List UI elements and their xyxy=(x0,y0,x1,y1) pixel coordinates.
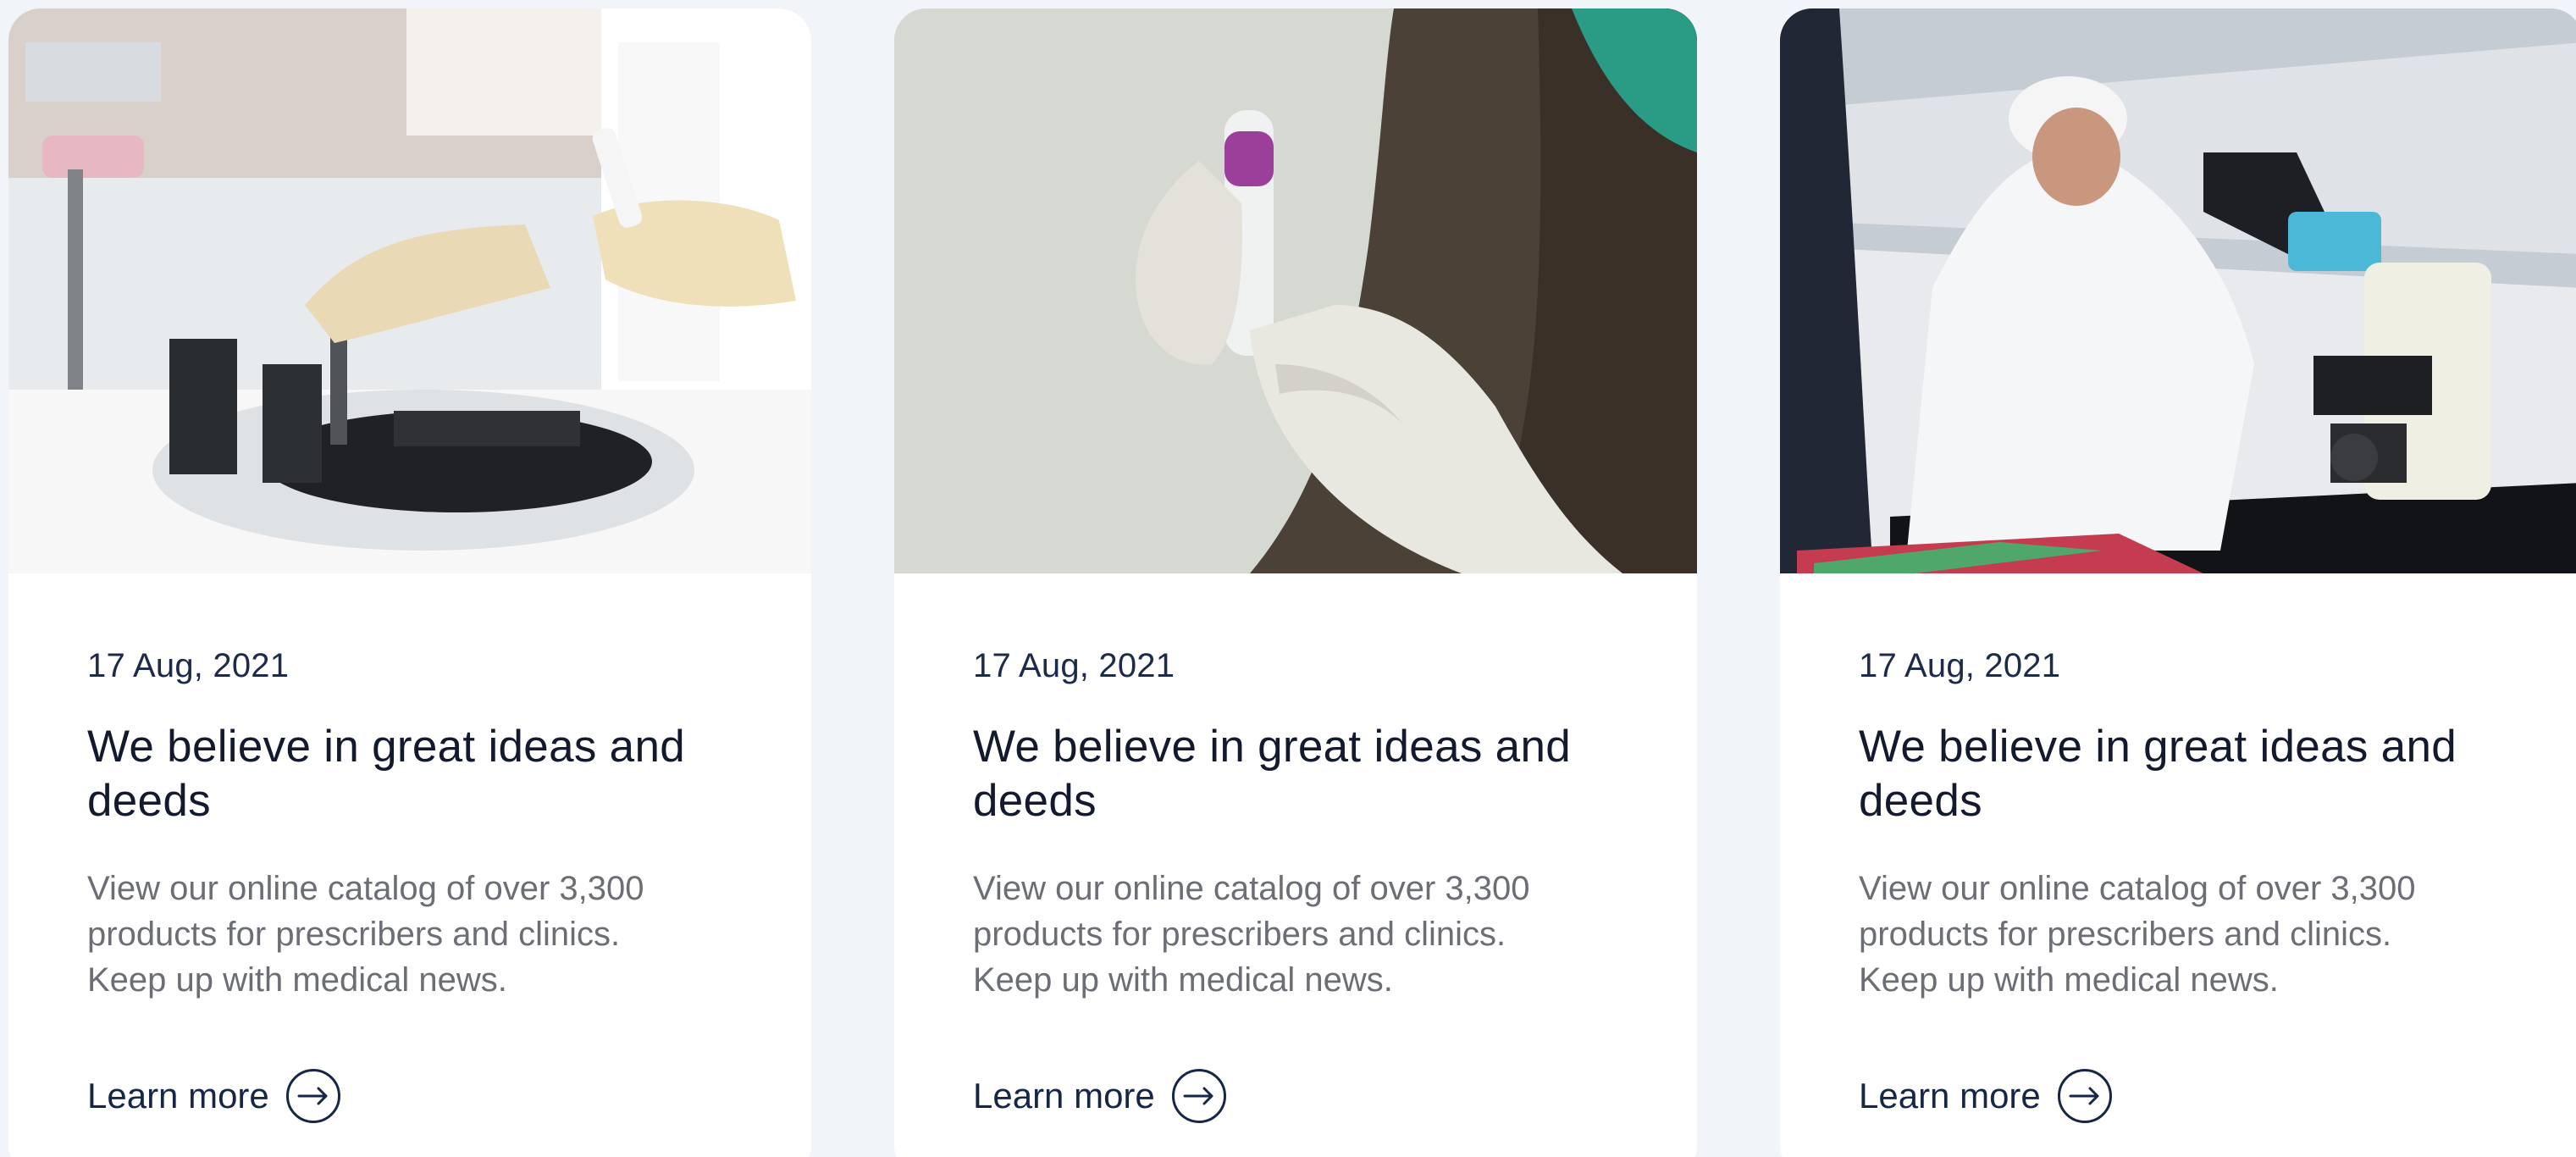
card-content: 17 Aug, 2021 We believe in great ideas a… xyxy=(1859,645,2536,1003)
card-date: 17 Aug, 2021 xyxy=(1859,647,2061,684)
arrow-right-icon xyxy=(2069,1087,2099,1105)
test-tube-photo-icon xyxy=(894,8,1697,573)
card-description: View our online catalog of over 3,300 pr… xyxy=(973,870,1530,999)
card-content: 17 Aug, 2021 We believe in great ideas a… xyxy=(973,645,1650,1003)
arrow-right-icon xyxy=(297,1087,328,1105)
laboratory-centrifuge-photo-icon xyxy=(8,8,811,573)
card-date: 17 Aug, 2021 xyxy=(87,647,290,684)
card-title: We believe in great ideas and deeds xyxy=(1859,722,2457,826)
arrow-right-circle-icon xyxy=(2057,1069,2112,1123)
learn-more-label: Learn more xyxy=(1859,1076,2041,1115)
news-cards-grid: 17 Aug, 2021 We believe in great ideas a… xyxy=(0,0,2576,1157)
news-card: 17 Aug, 2021 We believe in great ideas a… xyxy=(894,8,1697,1157)
card-description: View our online catalog of over 3,300 pr… xyxy=(1859,870,2416,999)
card-title: We believe in great ideas and deeds xyxy=(87,722,686,826)
card-date: 17 Aug, 2021 xyxy=(973,647,1175,684)
learn-more-label: Learn more xyxy=(973,1076,1155,1115)
learn-more-link[interactable]: Learn more xyxy=(973,1069,1226,1123)
arrow-right-icon xyxy=(1183,1087,1213,1105)
card-title: We believe in great ideas and deeds xyxy=(973,722,1572,826)
arrow-right-circle-icon xyxy=(1171,1069,1226,1123)
learn-more-link[interactable]: Learn more xyxy=(1859,1069,2112,1123)
news-card: 17 Aug, 2021 We believe in great ideas a… xyxy=(8,8,811,1157)
arrow-right-circle-icon xyxy=(285,1069,340,1123)
card-content: 17 Aug, 2021 We believe in great ideas a… xyxy=(87,645,765,1003)
learn-more-label: Learn more xyxy=(87,1076,269,1115)
card-description: View our online catalog of over 3,300 pr… xyxy=(87,870,644,999)
learn-more-link[interactable]: Learn more xyxy=(87,1069,340,1123)
news-card: 17 Aug, 2021 We believe in great ideas a… xyxy=(1780,8,2576,1157)
microscope-photo-icon xyxy=(1780,8,2576,573)
